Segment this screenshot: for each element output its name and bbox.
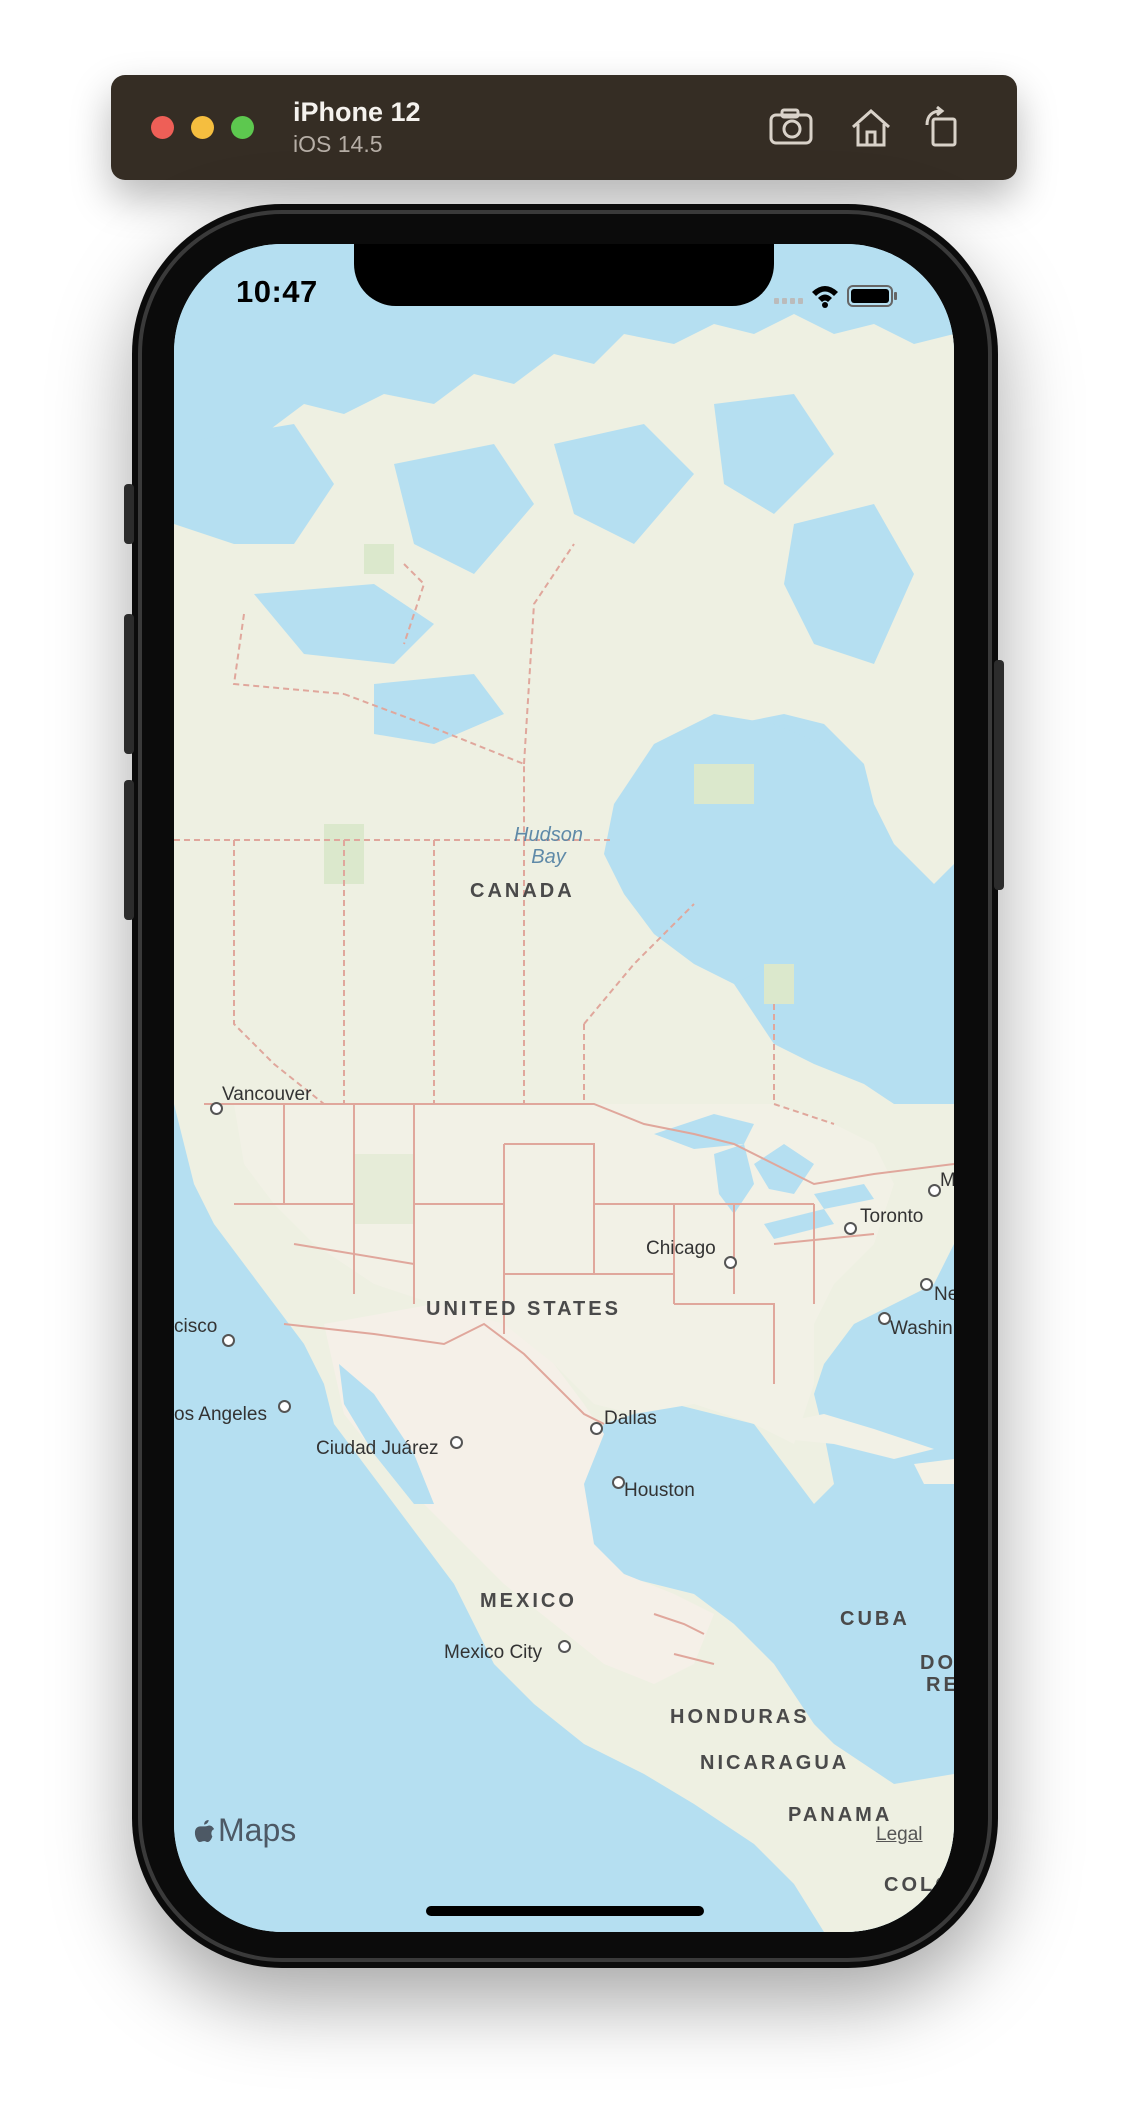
zoom-window-button[interactable] — [231, 116, 254, 139]
new-york-dot[interactable] — [920, 1278, 933, 1291]
mute-switch[interactable] — [124, 484, 134, 544]
los-angeles-label[interactable]: os Angeles — [174, 1404, 267, 1426]
canada-label: CANADA — [470, 880, 575, 902]
apple-logo-icon — [194, 1819, 215, 1842]
mexico-city-dot[interactable] — [558, 1640, 571, 1653]
cellular-signal-icon — [774, 298, 803, 304]
mexico-city-label[interactable]: Mexico City — [444, 1642, 542, 1664]
houston-label[interactable]: Houston — [624, 1480, 695, 1502]
ciudad-juarez-label[interactable]: Ciudad Juárez — [316, 1438, 439, 1460]
toronto-dot[interactable] — [844, 1222, 857, 1235]
camera-notch — [354, 244, 774, 306]
home-indicator[interactable] — [426, 1906, 704, 1916]
status-icons — [774, 280, 934, 310]
washington-label[interactable]: Washin — [890, 1318, 953, 1340]
dominican-label-2: RE — [926, 1674, 954, 1696]
apple-maps-logo: Maps — [194, 1812, 296, 1849]
simulator-toolbar: iPhone 12 iOS 14.5 — [111, 75, 1017, 180]
ciudad-juarez-dot[interactable] — [450, 1436, 463, 1449]
hudson-label-line2: Bay — [531, 846, 566, 868]
rotate-icon[interactable] — [919, 105, 967, 149]
san-francisco-label[interactable]: cisco — [174, 1316, 217, 1338]
minimize-window-button[interactable] — [191, 116, 214, 139]
toronto-label[interactable]: Toronto — [860, 1206, 923, 1228]
colombia-label: COLO — [884, 1874, 954, 1896]
vancouver-label[interactable]: Vancouver — [222, 1084, 311, 1106]
close-window-button[interactable] — [151, 116, 174, 139]
os-version: iOS 14.5 — [293, 131, 383, 157]
montreal-label[interactable]: M — [940, 1170, 954, 1192]
cuba-label: CUBA — [840, 1608, 910, 1630]
volume-down-button[interactable] — [124, 780, 134, 920]
device-name: iPhone 12 — [293, 97, 421, 127]
new-york-label[interactable]: Ne — [934, 1284, 954, 1306]
phone-screen[interactable]: 10:47 Hudson Bay CANADA UNITED STATES ME… — [174, 244, 954, 1932]
united-states-label: UNITED STATES — [426, 1298, 621, 1320]
mexico-label: MEXICO — [480, 1590, 577, 1612]
status-time: 10:47 — [236, 274, 318, 309]
wifi-icon — [812, 286, 838, 308]
side-button[interactable] — [994, 660, 1004, 890]
volume-up-button[interactable] — [124, 614, 134, 754]
legal-link[interactable]: Legal — [876, 1824, 923, 1846]
chicago-dot[interactable] — [724, 1256, 737, 1269]
hudson-bay-label: Hudson Bay — [514, 824, 583, 868]
maps-logo-text: Maps — [218, 1812, 297, 1848]
dallas-label[interactable]: Dallas — [604, 1408, 657, 1430]
chicago-label[interactable]: Chicago — [646, 1238, 716, 1260]
honduras-label: HONDURAS — [670, 1706, 810, 1728]
san-francisco-dot[interactable] — [222, 1334, 235, 1347]
screenshot-icon[interactable] — [767, 105, 815, 149]
dominican-label-1: DO — [920, 1652, 954, 1674]
dallas-dot[interactable] — [590, 1422, 603, 1435]
battery-icon — [847, 285, 897, 307]
los-angeles-dot[interactable] — [278, 1400, 291, 1413]
home-icon[interactable] — [847, 105, 895, 149]
nicaragua-label: NICARAGUA — [700, 1752, 850, 1774]
hudson-label-line1: Hudson — [514, 824, 583, 846]
